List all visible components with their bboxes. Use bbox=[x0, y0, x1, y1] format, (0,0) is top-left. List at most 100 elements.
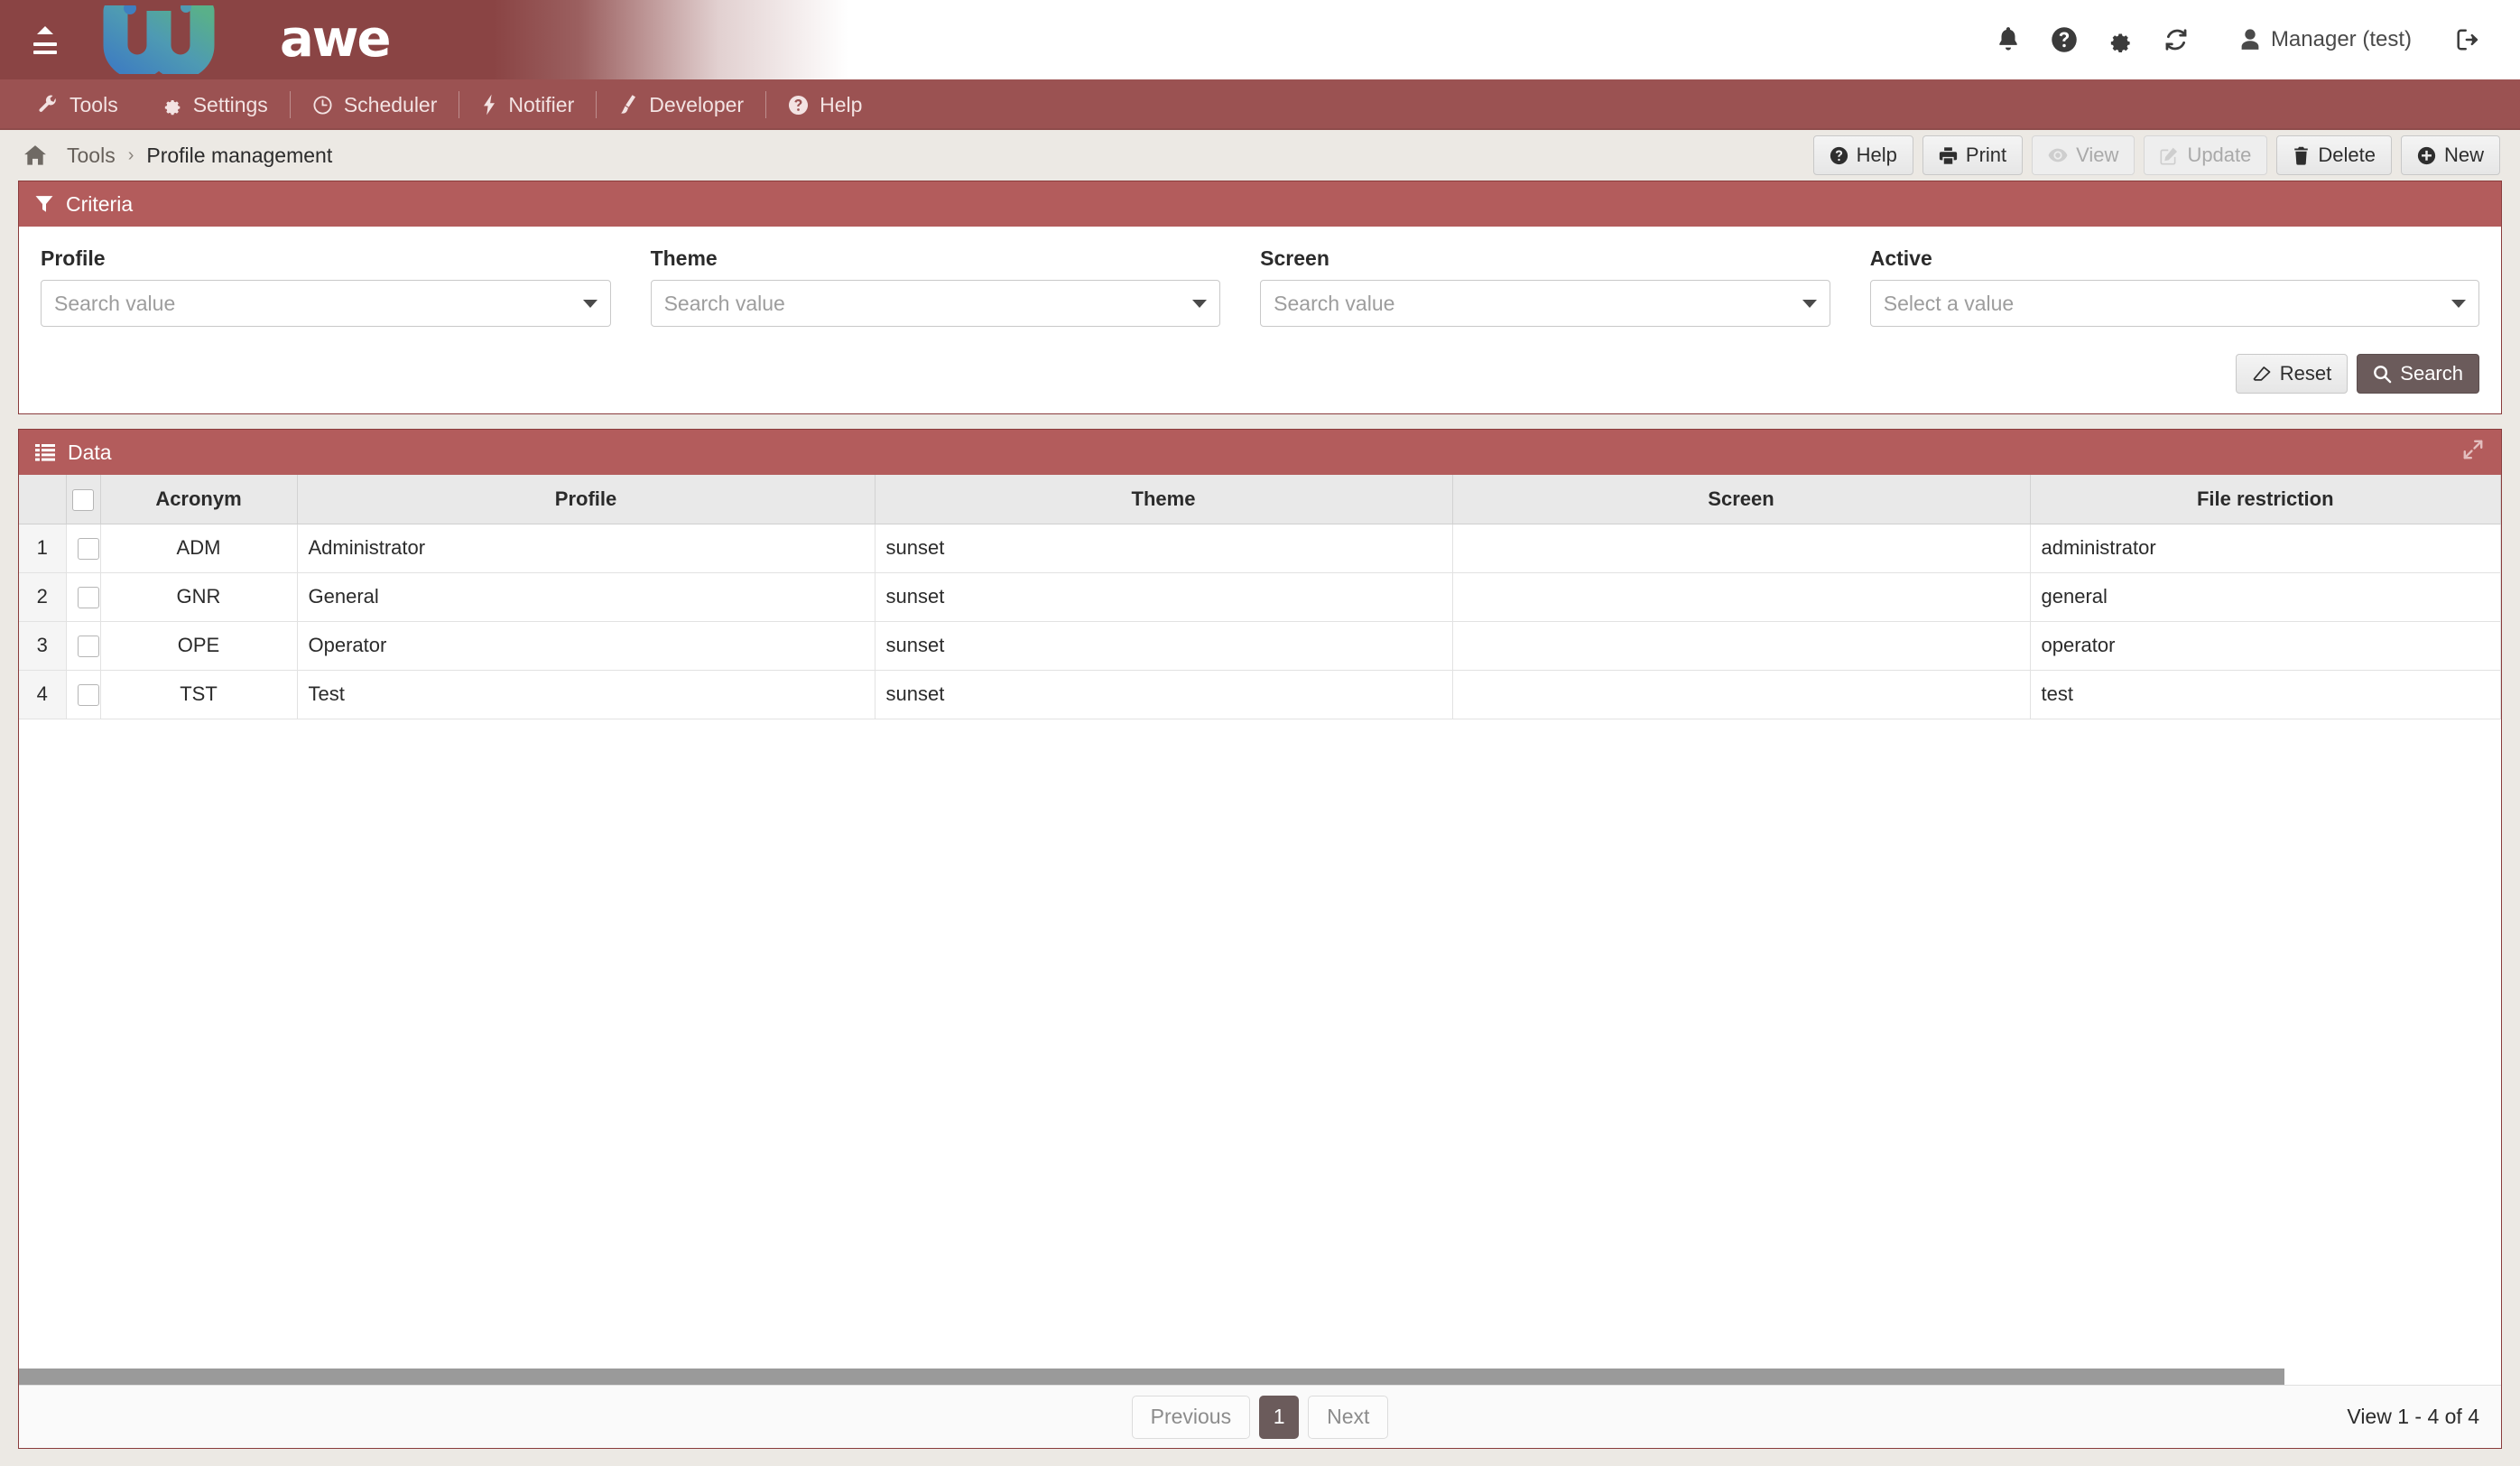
chevron-down-icon bbox=[1802, 299, 1817, 308]
app-logo[interactable]: awe bbox=[103, 0, 392, 79]
bolt-icon bbox=[484, 94, 496, 116]
profile-select[interactable]: Search value bbox=[41, 280, 611, 327]
cell-profile: Test bbox=[297, 670, 876, 719]
hamburger-bar bbox=[33, 50, 57, 54]
update-button[interactable]: Update bbox=[2144, 135, 2268, 175]
delete-button[interactable]: Delete bbox=[2276, 135, 2392, 175]
bell-icon[interactable] bbox=[1980, 12, 2036, 68]
filter-icon bbox=[35, 196, 53, 212]
row-number: 4 bbox=[19, 670, 67, 719]
row-checkbox[interactable] bbox=[77, 587, 99, 609]
row-checkbox[interactable] bbox=[77, 538, 99, 561]
row-number-header bbox=[19, 475, 67, 524]
menu-item-developer[interactable]: Developer bbox=[597, 79, 765, 130]
table-row[interactable]: 3 OPE Operator sunset operator bbox=[19, 621, 2501, 671]
criteria-panel-header: Criteria bbox=[19, 181, 2501, 227]
reset-button[interactable]: Reset bbox=[2235, 354, 2349, 394]
plus-circle-icon bbox=[2417, 146, 2436, 164]
help-circle-icon[interactable] bbox=[2036, 12, 2092, 68]
pagination-bar: Previous 1 Next View 1 - 4 of 4 bbox=[19, 1385, 2501, 1448]
menu-item-scheduler[interactable]: Scheduler bbox=[291, 79, 459, 130]
table-row[interactable]: 1 ADM Administrator sunset administrator bbox=[19, 524, 2501, 573]
app-header: awe Manager (test) bbox=[0, 0, 2520, 79]
table-row[interactable]: 4 TST Test sunset test bbox=[19, 670, 2501, 719]
cell-profile: Administrator bbox=[297, 524, 876, 573]
column-header-screen[interactable]: Screen bbox=[1452, 475, 2031, 524]
button-label: New bbox=[2443, 144, 2484, 166]
expand-arrows-icon[interactable] bbox=[2461, 438, 2485, 467]
breadcrumb-current: Profile management bbox=[146, 143, 333, 167]
menu-item-label: Notifier bbox=[508, 92, 575, 116]
chevron-down-icon bbox=[1192, 299, 1208, 308]
button-label: Reset bbox=[2279, 362, 2332, 385]
menu-item-label: Developer bbox=[649, 92, 745, 116]
view-button[interactable]: View bbox=[2032, 135, 2136, 175]
refresh-icon[interactable] bbox=[2148, 12, 2204, 68]
breadcrumb-parent[interactable]: Tools bbox=[67, 144, 116, 168]
column-header-theme[interactable]: Theme bbox=[875, 475, 1453, 524]
menu-item-help[interactable]: Help bbox=[766, 79, 884, 130]
page-toolbar: Help Print View Update Delete New bbox=[1812, 135, 2500, 175]
menu-item-label: Help bbox=[820, 92, 863, 116]
button-label: Search bbox=[2400, 362, 2463, 385]
header-brand-band-fade bbox=[415, 0, 848, 79]
table-row[interactable]: 2 GNR General sunset general bbox=[19, 572, 2501, 622]
criteria-field-theme: Theme Search value bbox=[650, 246, 1261, 327]
cell-theme: sunset bbox=[875, 524, 1453, 573]
user-icon bbox=[2241, 29, 2259, 50]
cell-acronym: GNR bbox=[100, 572, 298, 622]
cell-screen bbox=[1452, 670, 2031, 719]
row-select-cell[interactable] bbox=[66, 621, 101, 671]
pagination-page-1[interactable]: 1 bbox=[1259, 1395, 1300, 1439]
column-header-profile[interactable]: Profile bbox=[297, 475, 876, 524]
row-select-cell[interactable] bbox=[66, 524, 101, 573]
row-select-cell[interactable] bbox=[66, 572, 101, 622]
active-select-placeholder: Select a value bbox=[1883, 291, 2015, 315]
criteria-actions: Reset Search bbox=[19, 334, 2501, 413]
screen-select[interactable]: Search value bbox=[1260, 280, 1830, 327]
search-button[interactable]: Search bbox=[2357, 354, 2479, 394]
help-button[interactable]: Help bbox=[1812, 135, 1913, 175]
menu-item-tools[interactable]: Tools bbox=[16, 79, 140, 130]
row-number: 1 bbox=[19, 524, 67, 573]
menu-item-notifier[interactable]: Notifier bbox=[459, 79, 596, 130]
cell-file-restriction: administrator bbox=[2030, 524, 2501, 573]
pagination-previous-button[interactable]: Previous bbox=[1131, 1395, 1251, 1439]
gear-icon[interactable] bbox=[2092, 12, 2148, 68]
row-checkbox[interactable] bbox=[77, 684, 99, 707]
data-panel-header: Data bbox=[19, 430, 2501, 475]
cell-screen bbox=[1452, 572, 2031, 622]
active-select[interactable]: Select a value bbox=[1869, 280, 2479, 327]
column-header-acronym[interactable]: Acronym bbox=[100, 475, 298, 524]
theme-select[interactable]: Search value bbox=[650, 280, 1221, 327]
data-panel-title: Data bbox=[68, 440, 112, 464]
select-all-header[interactable] bbox=[66, 475, 101, 524]
horizontal-scrollbar-thumb[interactable] bbox=[19, 1369, 2284, 1385]
breadcrumb-bar: Tools › Profile management Help Print Vi… bbox=[0, 130, 2520, 181]
row-select-cell[interactable] bbox=[66, 670, 101, 719]
list-icon bbox=[35, 444, 55, 461]
wrench-icon bbox=[39, 95, 56, 112]
logout-icon[interactable] bbox=[2441, 12, 2497, 68]
button-label: Delete bbox=[2318, 144, 2376, 166]
menu-item-settings[interactable]: Settings bbox=[140, 79, 290, 130]
cell-theme: sunset bbox=[875, 670, 1453, 719]
criteria-panel-title: Criteria bbox=[66, 191, 134, 216]
menu-item-label: Tools bbox=[69, 92, 118, 116]
print-button[interactable]: Print bbox=[1922, 135, 2024, 175]
column-header-file-restriction[interactable]: File restriction bbox=[2030, 475, 2501, 524]
field-label: Profile bbox=[41, 246, 106, 270]
awe-w-logo-icon bbox=[103, 5, 215, 74]
user-menu[interactable]: Manager (test) bbox=[2240, 27, 2412, 52]
horizontal-scrollbar[interactable] bbox=[19, 1369, 2501, 1385]
trash-icon bbox=[2294, 146, 2309, 165]
select-all-checkbox[interactable] bbox=[72, 488, 94, 511]
pagination-next-button[interactable]: Next bbox=[1308, 1395, 1389, 1439]
hamburger-icon[interactable] bbox=[27, 19, 63, 60]
hamburger-caret bbox=[37, 25, 53, 34]
new-button[interactable]: New bbox=[2400, 135, 2500, 175]
home-icon[interactable] bbox=[23, 144, 47, 166]
cell-file-restriction: operator bbox=[2030, 621, 2501, 671]
row-checkbox[interactable] bbox=[77, 636, 99, 658]
field-label: Screen bbox=[1260, 246, 1329, 270]
